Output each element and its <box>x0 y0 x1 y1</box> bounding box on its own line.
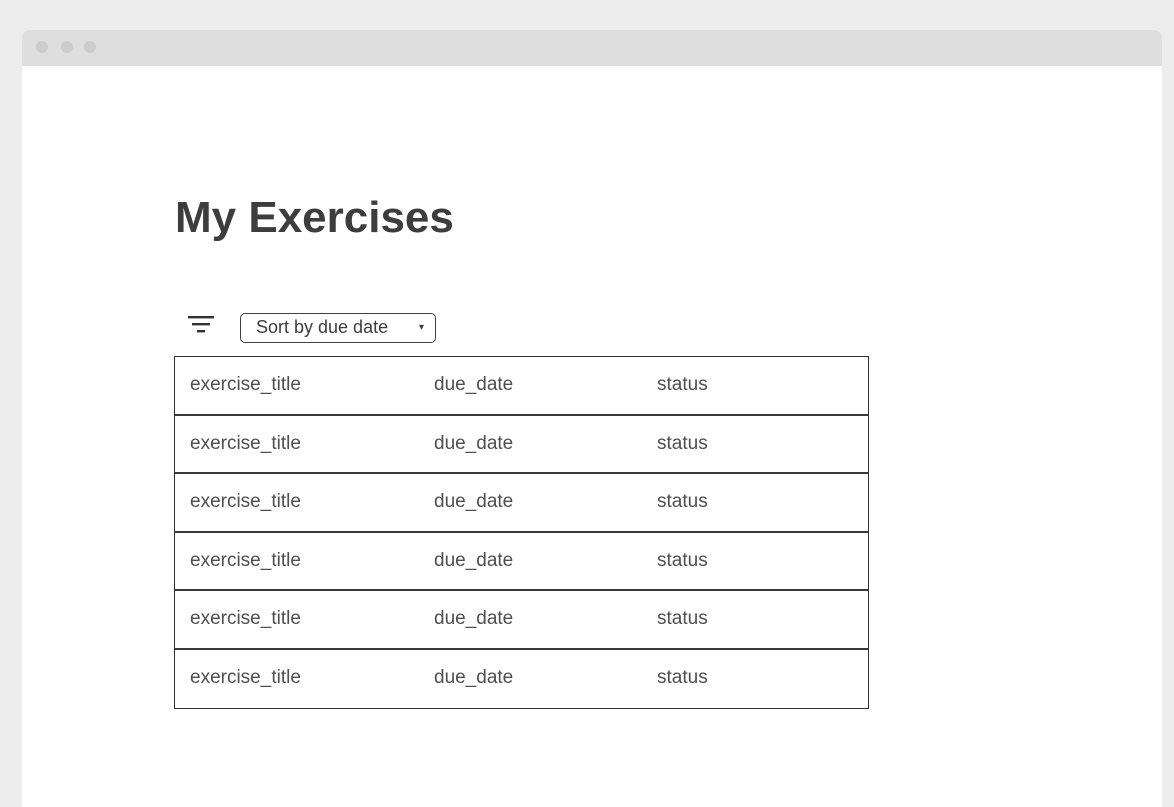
exercise-title-cell: exercise_title <box>190 374 301 395</box>
filter-icon <box>188 316 214 333</box>
exercise-table: exercise_title due_date status exercise_… <box>174 356 869 709</box>
table-row[interactable]: exercise_title due_date status <box>175 533 868 591</box>
table-row[interactable]: exercise_title due_date status <box>175 474 868 533</box>
due-date-cell: due_date <box>434 432 514 454</box>
filter-button[interactable] <box>180 312 220 342</box>
table-row[interactable]: exercise_title due_date status <box>175 650 868 709</box>
table-row[interactable]: exercise_title due_date status <box>175 416 868 474</box>
due-date-cell: due_date <box>434 608 514 629</box>
exercise-title-cell: exercise_title <box>190 491 301 512</box>
due-date-cell: due_date <box>434 549 514 571</box>
due-date-cell: due_date <box>434 666 514 688</box>
zoom-dot[interactable] <box>84 41 96 53</box>
minimize-dot[interactable] <box>61 41 73 53</box>
chevron-down-icon: ▾ <box>418 322 424 333</box>
exercise-title-cell: exercise_title <box>190 432 301 454</box>
exercise-title-cell: exercise_title <box>190 549 301 571</box>
sort-dropdown[interactable]: Sort by due date ▾ <box>240 313 436 343</box>
status-cell: status <box>657 432 708 454</box>
status-cell: status <box>657 666 708 688</box>
page-title: My Exercises <box>175 193 454 242</box>
exercise-title-cell: exercise_title <box>190 608 301 629</box>
due-date-cell: due_date <box>434 491 514 512</box>
exercise-title-cell: exercise_title <box>190 666 301 688</box>
status-cell: status <box>657 608 708 629</box>
table-row[interactable]: exercise_title due_date status <box>175 357 868 416</box>
status-cell: status <box>657 491 708 512</box>
close-dot[interactable] <box>36 41 48 53</box>
browser-window: My Exercises Sort by due date ▾ exercise… <box>22 30 1162 807</box>
window-titlebar <box>22 30 1162 66</box>
status-cell: status <box>657 374 708 395</box>
sort-dropdown-label: Sort by due date <box>256 317 389 337</box>
due-date-cell: due_date <box>434 374 514 395</box>
table-row[interactable]: exercise_title due_date status <box>175 591 868 650</box>
status-cell: status <box>657 549 708 571</box>
